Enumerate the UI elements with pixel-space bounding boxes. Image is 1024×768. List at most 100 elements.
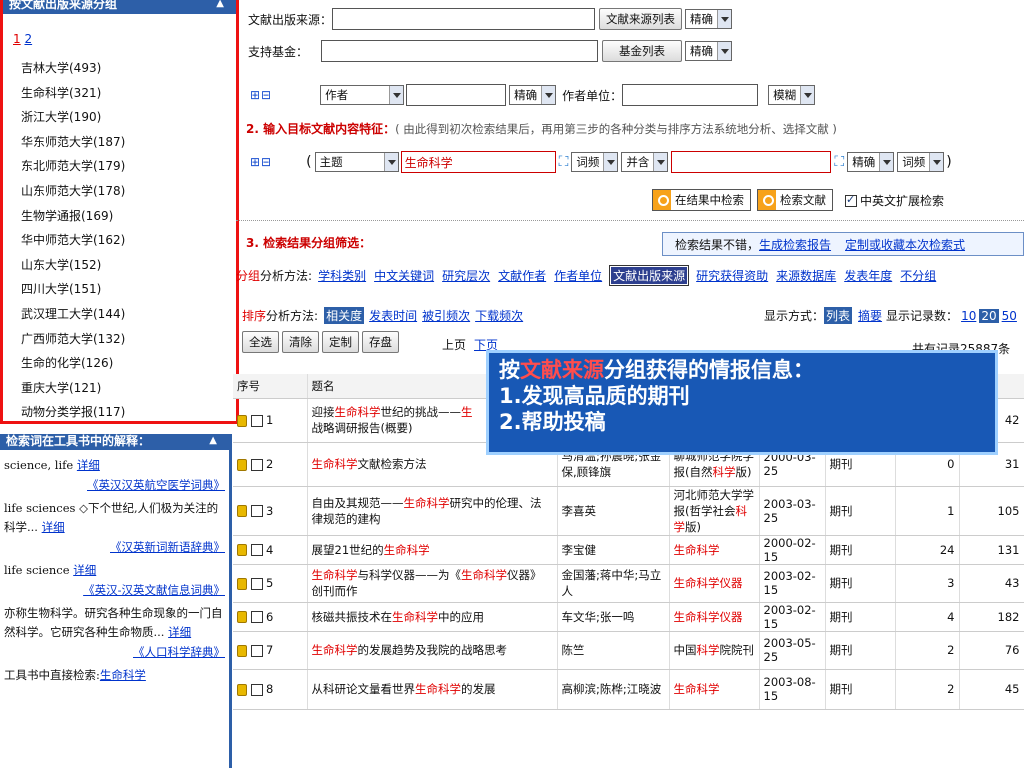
sort-option[interactable]: 发表时间 — [369, 307, 417, 324]
source-list-item[interactable]: 山东师范大学(178) — [21, 179, 125, 204]
title-cell[interactable]: 从科研论文量看世界生命科学的发展 — [307, 669, 558, 710]
title-cell[interactable]: 生命科学的发展趋势及我院的战略思考 — [307, 631, 558, 670]
row-checkbox[interactable] — [251, 458, 263, 471]
source-cell[interactable]: 中国科学院院刊 — [669, 631, 760, 670]
freq-select[interactable]: 词频 — [571, 152, 619, 172]
subject-input-2[interactable] — [671, 151, 832, 173]
custom-save-link[interactable]: 定制或收藏本次检索式 — [845, 236, 965, 253]
cited-cell[interactable]: 4 — [895, 602, 960, 632]
title-cell[interactable]: 展望21世纪的生命科学 — [307, 535, 558, 565]
author-cell[interactable]: 高柳滨;陈桦;江晓波 — [557, 669, 670, 710]
table-row[interactable]: 4 展望21世纪的生命科学 李宝健 生命科学 2000-02-15 期刊 24 131 — [233, 535, 1024, 565]
downloads-cell[interactable]: 43 — [959, 564, 1024, 603]
count-option[interactable]: 10 — [961, 309, 976, 323]
source-list-item[interactable]: 生命科学(321) — [21, 81, 125, 106]
source-list-item[interactable]: 生命的化学(126) — [21, 351, 125, 376]
source-cell[interactable]: 河北师范大学学报(哲学社会科学版) — [669, 486, 760, 536]
fund-input[interactable] — [321, 40, 599, 62]
source-list-item[interactable]: 武汉理工大学(144) — [21, 302, 125, 327]
prev-page[interactable]: 上页 — [442, 336, 466, 353]
dictionary-link[interactable]: 《人口科学辞典》 — [133, 645, 225, 659]
plus-minus-icon[interactable]: ⊞⊟ — [250, 88, 272, 102]
downloads-cell[interactable]: 131 — [959, 535, 1024, 565]
display-list-option[interactable]: 列表 — [824, 307, 853, 324]
group-option[interactable]: 不分组 — [900, 267, 936, 284]
author-input[interactable] — [406, 84, 507, 106]
logic-select[interactable]: 并含 — [621, 152, 669, 172]
sort-option[interactable]: 相关度 — [324, 307, 365, 324]
group-option[interactable]: 发表年度 — [844, 267, 892, 284]
author-cell[interactable]: 金国藩;蒋中华;马立人 — [557, 564, 670, 603]
term-detail-link[interactable]: 详细 — [73, 563, 96, 577]
source-input[interactable] — [332, 8, 596, 30]
row-checkbox[interactable] — [251, 611, 263, 623]
group-option[interactable]: 文献作者 — [498, 267, 546, 284]
source-exact-select[interactable]: 精确 — [685, 9, 733, 29]
title-cell[interactable]: 生命科学与科学仪器——为《生命科学仪器》创刊而作 — [307, 564, 558, 603]
table-row[interactable]: 3 自由及其规范——生命科学研究中的伦理、法律规范的建构 李喜英 河北师范大学学报(哲… — [233, 486, 1024, 536]
source-cell[interactable]: 生命科学 — [669, 669, 760, 710]
expand-search-option[interactable]: 中英文扩展检索 — [845, 192, 944, 209]
group-option[interactable]: 中文关键词 — [374, 267, 434, 284]
tool-search-term[interactable]: 生命科学 — [100, 668, 146, 682]
source-list-item[interactable]: 广西师范大学(132) — [21, 327, 125, 352]
source-cell[interactable]: 生命科学 — [669, 535, 760, 565]
fund-list-button[interactable]: 基金列表 — [602, 40, 683, 62]
subject-input[interactable]: 生命科学 — [400, 151, 556, 173]
action-button[interactable]: 定制 — [322, 331, 359, 353]
downloads-cell[interactable]: 76 — [959, 631, 1024, 670]
title-link[interactable]: 生命科学文献检索方法 — [312, 457, 427, 471]
term-detail-link[interactable]: 详细 — [168, 625, 191, 639]
term-detail-link[interactable]: 详细 — [42, 520, 65, 534]
source-list-item[interactable]: 吉林大学(493) — [21, 56, 125, 81]
source-page-1[interactable]: 1 — [13, 32, 21, 46]
title-link[interactable]: 生命科学的发展趋势及我院的战略思考 — [312, 643, 508, 657]
source-list-item[interactable]: 东北师范大学(179) — [21, 154, 125, 179]
count-option[interactable]: 50 — [1002, 309, 1017, 323]
fund-exact-select[interactable]: 精确 — [685, 41, 733, 61]
author-cell[interactable]: 车文华;张一鸣 — [557, 602, 670, 632]
sort-option[interactable]: 被引频次 — [422, 307, 470, 324]
row-checkbox[interactable] — [251, 414, 263, 427]
sort-option[interactable]: 下载频次 — [475, 307, 523, 324]
source-list-item[interactable]: 生物学通报(169) — [21, 204, 125, 229]
source-list-item[interactable]: 重庆大学(121) — [21, 376, 125, 401]
column-header[interactable]: 序号 — [233, 374, 308, 399]
source-cell[interactable]: 生命科学仪器 — [669, 564, 760, 603]
action-button[interactable]: 全选 — [242, 331, 279, 353]
author-cell[interactable]: 李宝健 — [557, 535, 670, 565]
subject-field-select[interactable]: 主题 — [314, 152, 399, 172]
source-list-item[interactable]: 四川大学(151) — [21, 277, 125, 302]
source-list-item[interactable]: 浙江大学(190) — [21, 105, 125, 130]
display-abstract-option[interactable]: 摘要 — [858, 307, 882, 324]
expand-icon[interactable]: ⛶ — [559, 154, 569, 170]
freq-select-2[interactable]: 词频 — [897, 152, 945, 172]
downloads-cell[interactable]: 45 — [959, 669, 1024, 710]
cited-cell[interactable]: 3 — [895, 564, 960, 603]
row-checkbox[interactable] — [251, 544, 263, 556]
group-option[interactable]: 文献出版来源 — [609, 265, 690, 286]
cited-cell[interactable]: 1 — [895, 486, 960, 536]
author-field-select[interactable]: 作者 — [320, 85, 405, 105]
row-checkbox[interactable] — [251, 683, 263, 696]
dictionary-link[interactable]: 《汉英新词新语辞典》 — [110, 540, 225, 554]
title-link[interactable]: 核磁共振技术在生命科学中的应用 — [312, 610, 485, 624]
title-link[interactable]: 生命科学与科学仪器——为《生命科学仪器》创刊而作 — [312, 568, 542, 598]
expand-icon[interactable]: ⛶ — [834, 154, 844, 170]
search-button[interactable]: 检索文献 — [757, 189, 833, 211]
table-row[interactable]: 8 从科研论文量看世界生命科学的发展 高柳滨;陈桦;江晓波 生命科学 2003-08-1… — [233, 669, 1024, 710]
row-checkbox[interactable] — [251, 505, 263, 517]
term-detail-link[interactable]: 详细 — [77, 458, 100, 472]
term-panel-header[interactable]: 检索词在工具书中的解释： ▲ — [0, 434, 229, 450]
group-option[interactable]: 研究获得资助 — [696, 267, 768, 284]
source-page-2[interactable]: 2 — [24, 32, 32, 46]
dictionary-link[interactable]: 《英汉-汉英文献信息词典》 — [83, 583, 225, 597]
row-checkbox[interactable] — [251, 644, 263, 657]
source-list-item[interactable]: 华中师范大学(162) — [21, 228, 125, 253]
group-option[interactable]: 来源数据库 — [776, 267, 836, 284]
action-button[interactable]: 存盘 — [362, 331, 399, 353]
title-link[interactable]: 从科研论文量看世界生命科学的发展 — [312, 682, 496, 696]
cited-cell[interactable]: 2 — [895, 631, 960, 670]
cited-cell[interactable]: 2 — [895, 669, 960, 710]
search-in-results-button[interactable]: 在结果中检索 — [652, 189, 751, 211]
